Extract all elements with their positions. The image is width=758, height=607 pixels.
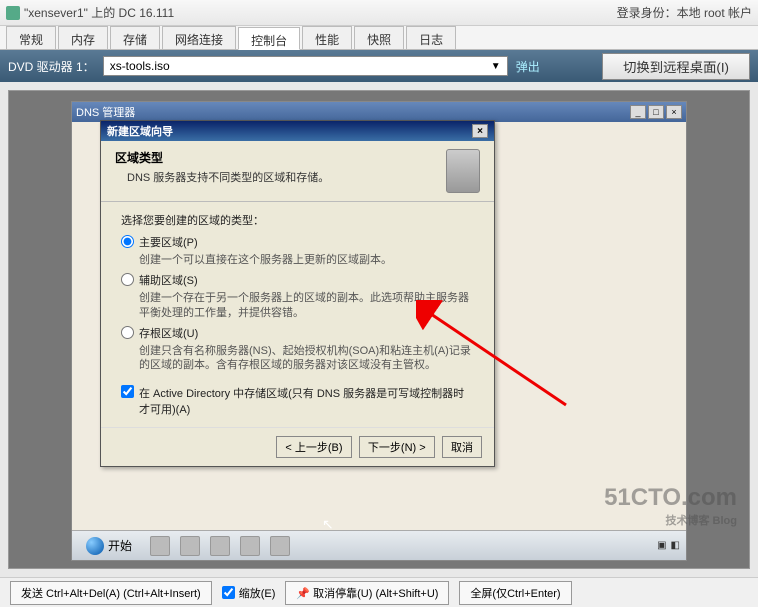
- system-tray[interactable]: ▣ ◧: [657, 540, 680, 551]
- dns-manager-titlebar: DNS 管理器 _ □ ×: [72, 102, 686, 122]
- fullscreen-button[interactable]: 全屏(仅Ctrl+Enter): [459, 581, 571, 605]
- taskbar-icon[interactable]: [180, 536, 200, 556]
- zone-option-desc: 创建一个存在于另一个服务器上的区域的副本。此选项帮助主服务器平衡处理的工作量，并…: [139, 291, 474, 321]
- taskbar-icon[interactable]: [270, 536, 290, 556]
- start-orb-icon: [86, 537, 104, 555]
- eject-link[interactable]: 弹出: [516, 58, 540, 75]
- minimize-button[interactable]: _: [630, 105, 646, 119]
- pin-icon: 📌: [296, 588, 310, 600]
- scale-checkbox-row[interactable]: 缩放(E): [222, 585, 276, 601]
- zone-type-subheading: DNS 服务器支持不同类型的区域和存储。: [127, 169, 446, 185]
- dialog-header: 区域类型 DNS 服务器支持不同类型的区域和存储。: [101, 141, 494, 202]
- server-icon: [446, 149, 480, 193]
- zone-radio[interactable]: [121, 235, 134, 248]
- zone-type-prompt: 选择您要创建的区域的类型：: [121, 212, 474, 228]
- taskbar-icon[interactable]: [150, 536, 170, 556]
- start-label: 开始: [108, 537, 132, 554]
- tab-常规[interactable]: 常规: [6, 26, 56, 49]
- tray-icon[interactable]: ◧: [671, 540, 680, 551]
- app-titlebar: "xensever1" 上的 DC 16.111 登录身份：本地 root 帐户: [0, 0, 758, 26]
- zone-option-label[interactable]: 主要区域(P): [139, 234, 198, 250]
- tab-网络连接[interactable]: 网络连接: [162, 26, 236, 49]
- store-in-ad-label[interactable]: 在 Active Directory 中存储区域(只有 DNS 服务器是可写域控…: [139, 385, 474, 417]
- maximize-button[interactable]: □: [648, 105, 664, 119]
- tab-日志[interactable]: 日志: [406, 26, 456, 49]
- dvd-drive-select[interactable]: xs-tools.iso ▼: [103, 56, 508, 76]
- store-in-ad-checkbox[interactable]: [121, 385, 134, 398]
- tab-存储[interactable]: 存储: [110, 26, 160, 49]
- quick-launch: [150, 536, 290, 556]
- scale-label: 缩放(E): [239, 585, 276, 601]
- taskbar-icon[interactable]: [240, 536, 260, 556]
- dns-manager-window: DNS 管理器 _ □ × 新建区域向导 × 区域类型 DNS 服务器支持不同类…: [71, 101, 687, 561]
- dialog-titlebar: 新建区域向导 ×: [101, 121, 494, 141]
- send-ctrl-alt-del-button[interactable]: 发送 Ctrl+Alt+Del(A) (Ctrl+Alt+Insert): [10, 581, 212, 605]
- zone-option-row: 存根区域(U): [121, 325, 474, 341]
- zone-radio[interactable]: [121, 273, 134, 286]
- undock-button[interactable]: 📌 取消停靠(U) (Alt+Shift+U): [285, 581, 449, 605]
- watermark-main: 51CTO.com: [604, 484, 737, 511]
- zone-radio[interactable]: [121, 326, 134, 339]
- console-viewport[interactable]: DNS 管理器 _ □ × 新建区域向导 × 区域类型 DNS 服务器支持不同类…: [8, 90, 750, 569]
- taskbar-icon[interactable]: [210, 536, 230, 556]
- zone-option-desc: 创建一个可以直接在这个服务器上更新的区域副本。: [139, 253, 474, 268]
- console-toolbar: DVD 驱动器 1： xs-tools.iso ▼ 弹出 切换到远程桌面(I): [0, 50, 758, 82]
- app-icon: [6, 6, 20, 20]
- dns-manager-title: DNS 管理器: [76, 104, 135, 120]
- undock-label: 取消停靠(U) (Alt+Shift+U): [313, 588, 438, 600]
- zone-option-row: 辅助区域(S): [121, 272, 474, 288]
- console-bottom-bar: 发送 Ctrl+Alt+Del(A) (Ctrl+Alt+Insert) 缩放(…: [0, 577, 758, 607]
- zone-option-row: 主要区域(P): [121, 234, 474, 250]
- zone-option-desc: 创建只含有名称服务器(NS)、起始授权机构(SOA)和粘连主机(A)记录的区域的…: [139, 344, 474, 374]
- switch-remote-desktop-button[interactable]: 切换到远程桌面(I): [602, 53, 750, 80]
- tab-性能[interactable]: 性能: [302, 26, 352, 49]
- dialog-footer: < 上一步(B) 下一步(N) > 取消: [101, 427, 494, 466]
- store-in-ad-checkbox-row: 在 Active Directory 中存储区域(只有 DNS 服务器是可写域控…: [121, 385, 474, 417]
- watermark-sub: 技术博客 Blog: [604, 512, 737, 528]
- cancel-button[interactable]: 取消: [442, 436, 482, 458]
- zone-type-heading: 区域类型: [115, 149, 446, 166]
- zone-option-label[interactable]: 存根区域(U): [139, 325, 198, 341]
- windows-taskbar: 开始 ▣ ◧: [72, 530, 686, 560]
- dialog-title-text: 新建区域向导: [107, 123, 173, 139]
- window-title: "xensever1" 上的 DC 16.111: [24, 4, 174, 21]
- dialog-body: 选择您要创建的区域的类型： 主要区域(P) 创建一个可以直接在这个服务器上更新的区…: [101, 202, 494, 427]
- dvd-label: DVD 驱动器 1：: [8, 58, 95, 75]
- new-zone-wizard-dialog: 新建区域向导 × 区域类型 DNS 服务器支持不同类型的区域和存储。 选择您要创…: [100, 120, 495, 467]
- dropdown-arrow-icon: ▼: [491, 61, 501, 72]
- tab-strip: 常规内存存储网络连接控制台性能快照日志: [0, 26, 758, 50]
- next-button[interactable]: 下一步(N) >: [359, 436, 435, 458]
- dialog-close-button[interactable]: ×: [472, 124, 488, 138]
- login-status: 登录身份：本地 root 帐户: [617, 4, 752, 21]
- tab-控制台[interactable]: 控制台: [238, 27, 300, 50]
- watermark: 51CTO.com 技术博客 Blog: [604, 484, 737, 528]
- tray-icon[interactable]: ▣: [657, 540, 666, 551]
- scale-checkbox[interactable]: [222, 586, 235, 599]
- dvd-value: xs-tools.iso: [110, 59, 170, 73]
- tab-快照[interactable]: 快照: [354, 26, 404, 49]
- start-button[interactable]: 开始: [78, 535, 140, 557]
- close-button[interactable]: ×: [666, 105, 682, 119]
- tab-内存[interactable]: 内存: [58, 26, 108, 49]
- zone-option-label[interactable]: 辅助区域(S): [139, 272, 198, 288]
- back-button[interactable]: < 上一步(B): [276, 436, 351, 458]
